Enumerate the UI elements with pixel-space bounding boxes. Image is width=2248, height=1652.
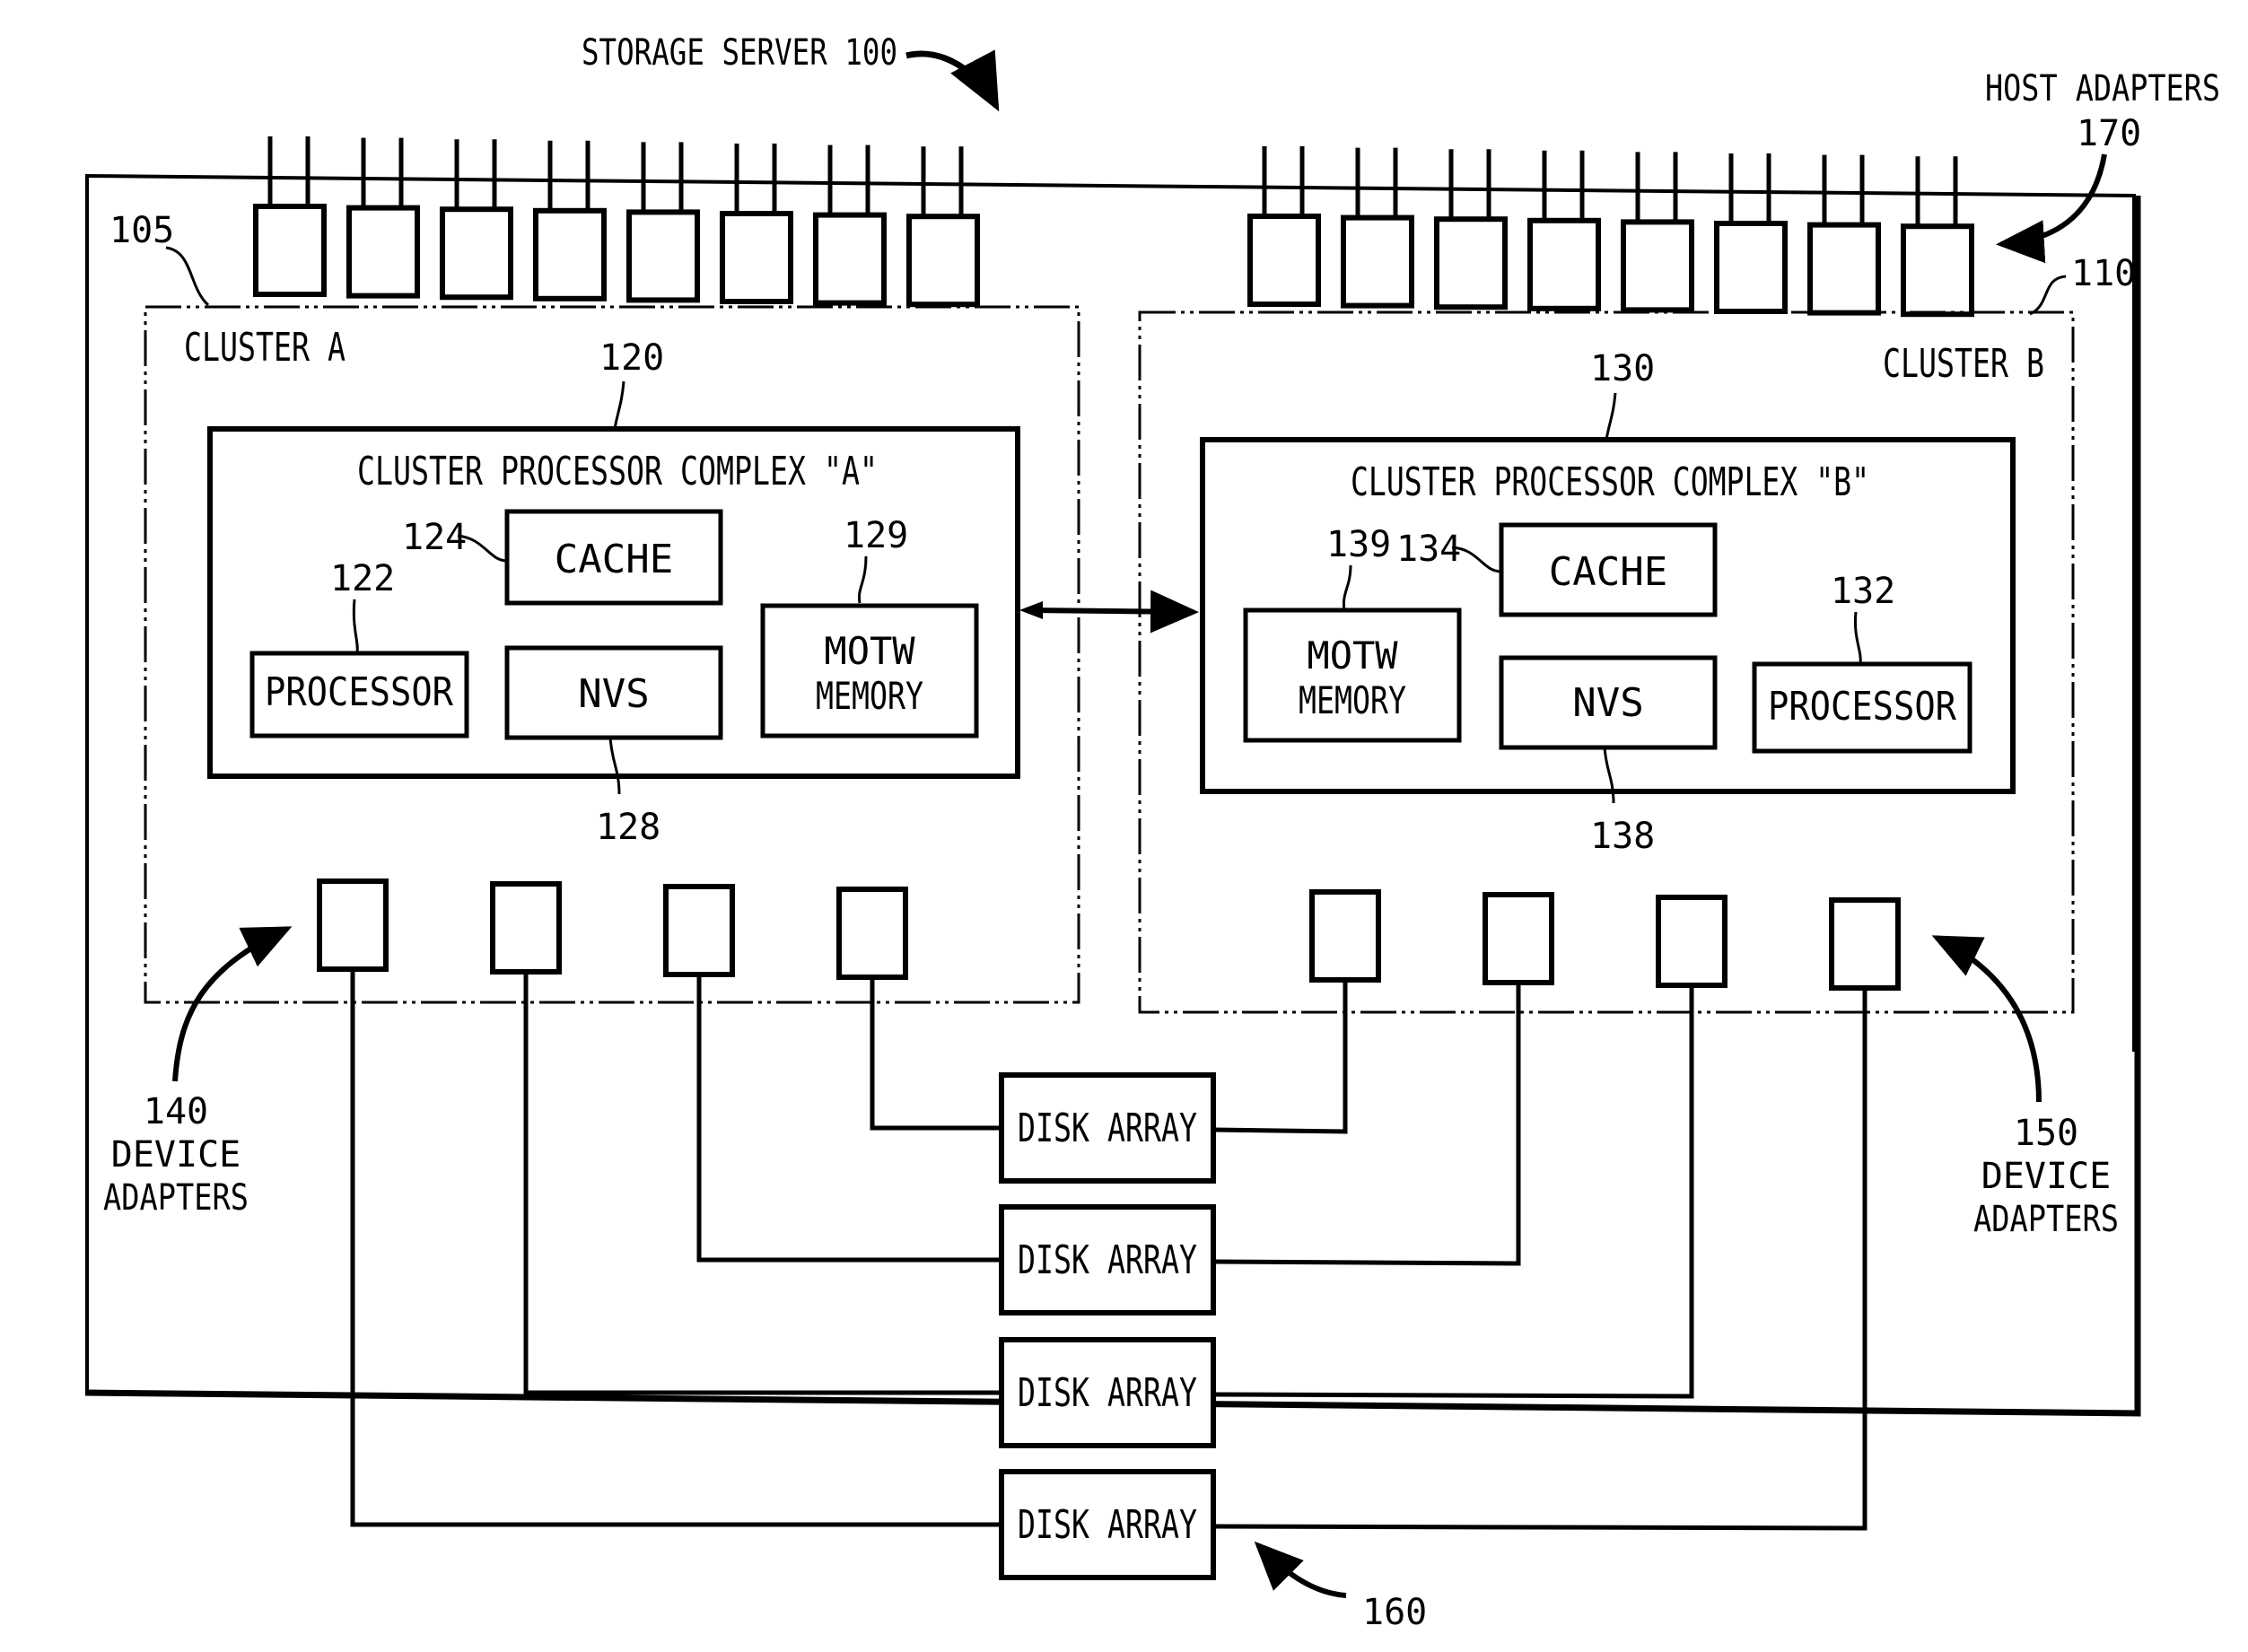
host-adapter-right-2 xyxy=(1341,214,1414,309)
nvs-b-ref-leader xyxy=(1603,747,1615,804)
host-adapters-ref: 170 xyxy=(2077,113,2141,154)
disk-array-group: DISK ARRAY DISK ARRAY DISK ARRAY DISK ARRAY xyxy=(350,969,1868,1580)
host-adapter-right-1 xyxy=(1247,214,1321,307)
host-adapter-left-3 xyxy=(440,206,513,301)
disk-array-link-b xyxy=(1212,980,1348,1134)
device-adapters-b-line2: ADAPTERS xyxy=(1973,1199,2119,1240)
nvs-a-label: NVS xyxy=(578,671,649,717)
device-adapter-a-4 xyxy=(836,887,908,980)
nvs-a-ref-leader xyxy=(608,737,621,795)
motw-b-ref-leader xyxy=(1342,564,1352,611)
interconnect-arrowhead-left xyxy=(1019,601,1043,619)
complex-a-title: CLUSTER PROCESSOR COMPLEX "A" xyxy=(357,449,878,494)
device-adapter-a-3 xyxy=(663,884,735,977)
device-adapter-b-4 xyxy=(1829,897,1901,991)
motw-a-label-line2: MEMORY xyxy=(816,674,923,718)
host-adapter-right-3 xyxy=(1434,216,1508,310)
nvs-b-ref: 138 xyxy=(1590,816,1655,857)
host-adapter-right-7 xyxy=(1807,222,1881,316)
disk-array-label: DISK ARRAY xyxy=(1018,1106,1197,1151)
device-adapter-b-1 xyxy=(1309,889,1381,983)
complex-b-ref-leader xyxy=(1605,392,1617,441)
host-adapter-left-4 xyxy=(533,207,607,302)
host-adapters-label: HOST ADAPTERS xyxy=(1985,68,2220,109)
processor-a-label: PROCESSOR xyxy=(265,669,453,715)
processor-b-ref: 132 xyxy=(1831,571,1895,612)
nvs-b-label: NVS xyxy=(1572,680,1643,726)
storage-server-title: STORAGE SERVER 100 xyxy=(582,32,897,74)
complex-b-ref: 130 xyxy=(1590,348,1655,389)
disk-arrays-ref: 160 xyxy=(1362,1592,1427,1633)
disk-array-label: DISK ARRAY xyxy=(1018,1370,1197,1416)
processor-a-ref: 122 xyxy=(330,558,395,599)
device-adapters-b-ref: 150 xyxy=(2014,1113,2078,1154)
cluster-b-ref: 110 xyxy=(2071,253,2136,294)
host-adapters-leader-arrow xyxy=(1996,153,2107,264)
host-adapter-left-7 xyxy=(813,212,887,306)
storage-server-leader-arrow xyxy=(905,49,1000,112)
disk-arrays-leader-arrow xyxy=(1254,1541,1347,1598)
host-adapter-right-4 xyxy=(1527,217,1601,311)
disk-array-link-b xyxy=(1212,985,1694,1399)
cache-b-ref: 134 xyxy=(1396,529,1461,570)
host-adapter-group-right xyxy=(1247,146,1974,318)
device-adapters-a-line2: ADAPTERS xyxy=(103,1177,249,1219)
motw-b-label-line1: MOTW xyxy=(1307,634,1398,677)
host-adapter-left-8 xyxy=(906,214,980,308)
host-adapter-right-8 xyxy=(1901,223,1974,318)
host-adapter-group-left xyxy=(253,136,980,308)
device-adapter-group-a xyxy=(317,878,908,980)
host-adapter-left-1 xyxy=(253,204,327,297)
motw-b-ref: 139 xyxy=(1326,524,1391,565)
processor-b-label: PROCESSOR xyxy=(1768,684,1956,730)
complex-a-ref-leader xyxy=(613,380,625,430)
disk-array-link-a xyxy=(523,972,1002,1395)
device-adapters-b-leader-arrow xyxy=(1931,935,2042,1103)
disk-array-label: DISK ARRAY xyxy=(1018,1502,1197,1548)
disk-array-link-a xyxy=(350,969,1002,1527)
device-adapter-a-1 xyxy=(317,878,389,972)
disk-array-link-a xyxy=(870,977,1002,1131)
cluster-a: 105 CLUSTER A 120 CLUSTER PROCESSOR COMP… xyxy=(103,210,1080,1219)
cache-b-label: CACHE xyxy=(1549,549,1667,595)
nvs-a-ref: 128 xyxy=(596,807,660,848)
device-adapters-b-line1: DEVICE xyxy=(1981,1156,2112,1197)
device-adapter-a-2 xyxy=(490,881,562,975)
disk-array-link-b xyxy=(1212,983,1521,1266)
motw-b-label-line2: MEMORY xyxy=(1299,678,1406,722)
complex-interconnect-arrow xyxy=(1029,590,1199,634)
device-adapters-a-ref: 140 xyxy=(144,1091,208,1132)
device-adapters-a-line1: DEVICE xyxy=(111,1134,241,1176)
cache-a-label: CACHE xyxy=(555,537,673,582)
host-adapter-left-2 xyxy=(346,205,420,299)
host-adapter-left-5 xyxy=(626,209,700,303)
device-adapters-a-leader-arrow xyxy=(172,926,293,1082)
motw-a-label-line1: MOTW xyxy=(824,629,915,673)
host-adapter-right-5 xyxy=(1621,219,1694,313)
complex-b-title: CLUSTER PROCESSOR COMPLEX "B" xyxy=(1351,459,1869,505)
device-adapter-b-2 xyxy=(1483,892,1554,985)
storage-server-diagram: STORAGE SERVER 100 HOST ADAPTERS 170 105… xyxy=(84,32,2220,1633)
complex-a-ref: 120 xyxy=(599,337,664,379)
disk-array-label: DISK ARRAY xyxy=(1018,1237,1197,1283)
host-adapter-left-6 xyxy=(720,211,793,304)
cluster-a-ref: 105 xyxy=(109,210,174,251)
disk-array-link-a xyxy=(696,975,1002,1263)
cluster-b-label: CLUSTER B xyxy=(1883,341,2044,387)
device-adapter-group-b xyxy=(1309,889,1901,991)
motw-a-ref: 129 xyxy=(844,515,908,556)
processor-b-ref-leader xyxy=(1853,611,1862,665)
processor-a-ref-leader xyxy=(352,599,359,654)
device-adapter-b-3 xyxy=(1656,895,1728,988)
cache-a-ref: 124 xyxy=(402,517,467,558)
cluster-a-ref-leader xyxy=(165,246,210,307)
motw-a-ref-leader xyxy=(857,555,868,604)
host-adapter-right-6 xyxy=(1714,221,1788,314)
disk-array-link-b xyxy=(1212,988,1868,1531)
cluster-b: 110 CLUSTER B 130 CLUSTER PROCESSOR COMP… xyxy=(1138,253,2136,1240)
cluster-a-label: CLUSTER A xyxy=(184,325,346,371)
cluster-b-ref-leader xyxy=(2029,275,2067,316)
